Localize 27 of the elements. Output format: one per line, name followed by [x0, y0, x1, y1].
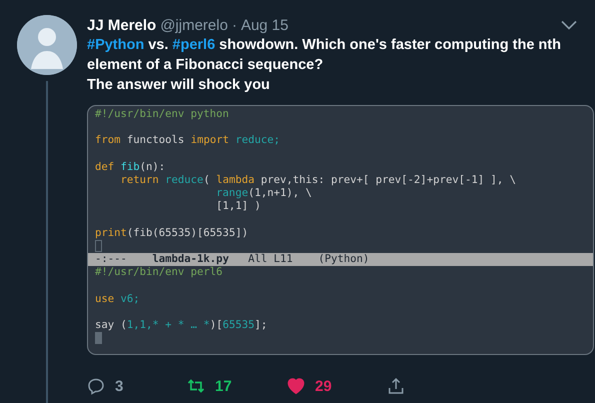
author-handle[interactable]: @jjmerelo — [160, 16, 228, 34]
chevron-down-icon[interactable] — [561, 20, 577, 30]
speech-bubble-icon — [87, 377, 105, 395]
retweet-button[interactable]: 17 — [187, 377, 287, 395]
code-line: print(fib(65535)[65535]) — [94, 226, 250, 240]
tweet-text: #Python vs. #perl6 showdown. Which one's faster computing the nth element of a Fibonacci sequence? — [87, 36, 562, 75]
code-line: say (1,1,* + * … *)[65535]; — [94, 318, 268, 332]
code-line: use v6; — [94, 292, 141, 306]
avatar[interactable] — [17, 15, 77, 75]
hashtag-link[interactable]: #Python — [87, 37, 144, 53]
code-line: def fib(n): — [94, 160, 166, 174]
tweet-date[interactable]: Aug 15 — [240, 16, 288, 34]
code-line: [1,1] ) — [215, 200, 262, 214]
code-line: #!/usr/bin/env perl6 — [94, 266, 224, 280]
share-icon — [387, 377, 405, 395]
author-name[interactable]: JJ Merelo — [87, 16, 156, 34]
code-line: return reduce( lambda prev,this: prev+[ prev[-2]+prev[-1] ], \ — [120, 174, 517, 188]
separator-dot: · — [232, 16, 237, 34]
hashtag-link[interactable]: #perl6 — [172, 37, 216, 53]
heart-icon — [287, 377, 305, 395]
reply-button[interactable]: 3 — [87, 377, 187, 395]
retweet-icon — [187, 377, 205, 395]
tweet-text: The answer will shock you — [87, 76, 271, 95]
code-line: range(1,n+1), \ — [215, 187, 313, 200]
code-line: from functools import reduce; — [94, 133, 281, 148]
like-button[interactable]: 29 — [287, 377, 387, 395]
code-line: #!/usr/bin/env python — [94, 108, 230, 122]
